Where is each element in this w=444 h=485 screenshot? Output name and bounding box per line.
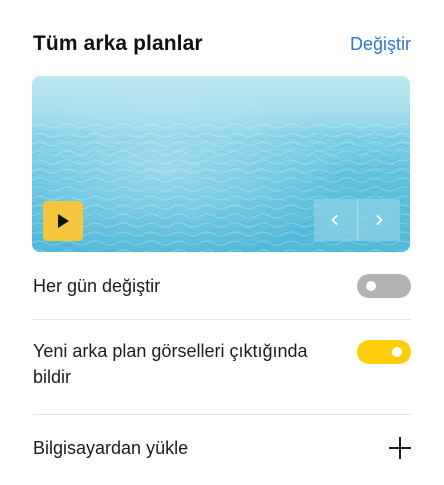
chevron-right-icon <box>376 215 383 225</box>
panel-title: Tüm arka planlar <box>33 32 203 55</box>
upload-row[interactable]: Bilgisayardan yükle <box>33 434 411 462</box>
upload-label: Bilgisayardan yükle <box>33 438 189 458</box>
daily-change-label: Her gün değiştir <box>33 276 161 296</box>
notify-new-toggle[interactable] <box>357 340 411 364</box>
divider <box>33 319 411 320</box>
play-icon <box>58 214 69 228</box>
notify-new-row: Yeni arka plan görselleri çıktığında bil… <box>33 338 411 394</box>
play-button[interactable] <box>43 201 83 241</box>
chevron-left-icon <box>331 215 338 225</box>
panel-header: Tüm arka planlar Değiştir <box>33 28 411 60</box>
plus-icon[interactable] <box>389 437 411 459</box>
next-button[interactable] <box>356 199 400 241</box>
toggle-knob <box>392 347 402 357</box>
change-link[interactable]: Değiştir <box>350 34 411 55</box>
divider <box>33 414 411 415</box>
backgrounds-panel: Tüm arka planlar Değiştir Her gün değişt… <box>0 0 444 485</box>
background-preview[interactable] <box>32 76 410 252</box>
preview-nav <box>314 199 400 241</box>
notify-new-label: Yeni arka plan görselleri çıktığında bil… <box>33 341 308 387</box>
daily-change-toggle[interactable] <box>357 274 411 298</box>
toggle-knob <box>366 281 376 291</box>
previous-button[interactable] <box>314 199 357 241</box>
daily-change-row: Her gün değiştir <box>33 272 411 300</box>
